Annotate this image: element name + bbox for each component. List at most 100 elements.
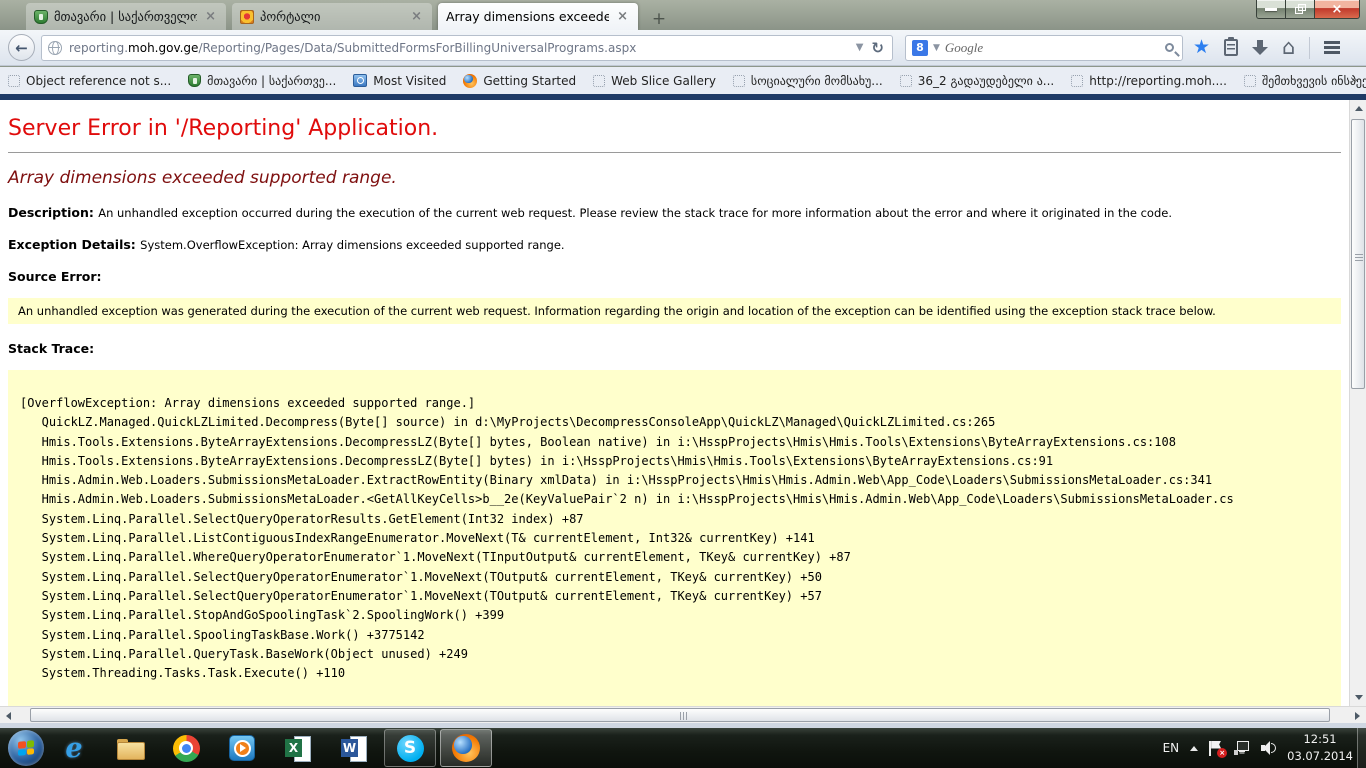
show-desktop-button[interactable] <box>1357 728 1366 768</box>
taskbar-item-word[interactable]: W <box>328 729 380 767</box>
default-bookmark-icon <box>900 75 912 87</box>
smart-folder-icon <box>353 74 367 87</box>
hidden-icons-arrow[interactable] <box>1190 746 1198 751</box>
scroll-right-button[interactable] <box>1349 707 1366 724</box>
back-button[interactable]: ← <box>8 34 35 61</box>
menu-hamburger-icon[interactable] <box>1324 41 1340 54</box>
windows-logo-icon <box>18 740 34 756</box>
scroll-left-button[interactable] <box>0 707 17 724</box>
stack-trace-box: [OverflowException: Array dimensions exc… <box>8 370 1341 706</box>
firefox-icon <box>452 734 480 762</box>
tab-home-georgia[interactable]: მთავარი | საქართველოს ... × <box>26 3 226 30</box>
google-engine-icon[interactable]: 8 <box>912 40 928 56</box>
restore-icon <box>1295 4 1306 14</box>
navigation-toolbar: ← reporting.moh.gov.ge/Reporting/Pages/D… <box>0 30 1366 66</box>
url-dropdown-icon[interactable]: ▼ <box>850 42 870 53</box>
search-placeholder: Google <box>945 40 1165 56</box>
reload-icon[interactable]: ↻ <box>869 39 886 57</box>
scroll-up-button[interactable] <box>1350 100 1366 117</box>
vertical-scrollbar[interactable] <box>1349 100 1366 706</box>
network-icon[interactable] <box>1234 741 1250 755</box>
description-line: Description: An unhandled exception occu… <box>8 205 1341 220</box>
site-identity-globe-icon[interactable] <box>48 41 62 55</box>
language-indicator[interactable]: EN <box>1163 741 1180 755</box>
source-error-heading: Source Error: <box>8 269 1341 284</box>
bookmark-label: Object reference not s... <box>26 74 171 88</box>
taskbar-item-chrome[interactable] <box>160 729 212 767</box>
bookmark-item[interactable]: მთავარი | საქართვე... <box>188 74 336 88</box>
bookmarks-toolbar: Object reference not s... მთავარი | საქა… <box>0 67 1366 94</box>
taskbar-item-media-player[interactable] <box>216 729 268 767</box>
start-button[interactable] <box>8 730 44 766</box>
minimize-button[interactable] <box>1256 0 1286 19</box>
exception-text: System.OverflowException: Array dimensio… <box>140 238 564 252</box>
bookmarks-overflow-chevron[interactable]: » <box>1350 73 1358 88</box>
tab-title: Array dimensions exceeded su... <box>446 9 609 24</box>
system-tray: EN × 12:51 03.07.2014 <box>1163 728 1353 768</box>
taskbar-clock[interactable]: 12:51 03.07.2014 <box>1287 731 1353 764</box>
scroll-right-icon <box>1355 712 1360 720</box>
window-controls: × <box>1256 0 1360 19</box>
scroll-down-icon <box>1355 695 1363 700</box>
url-bar[interactable]: reporting.moh.gov.ge/Reporting/Pages/Dat… <box>41 35 893 61</box>
taskbar-item-skype[interactable]: S <box>384 729 436 767</box>
downloads-icon[interactable] <box>1252 40 1268 56</box>
bookmark-item[interactable]: სოციალური მომსახუ... <box>733 74 883 88</box>
close-icon[interactable]: × <box>615 9 630 24</box>
scroll-down-button[interactable] <box>1350 689 1366 706</box>
bookmarks-menu-icon[interactable] <box>1224 39 1238 56</box>
volume-icon[interactable] <box>1261 741 1276 755</box>
bookmark-item-most-visited[interactable]: Most Visited <box>353 74 446 88</box>
search-icon[interactable] <box>1165 43 1174 52</box>
bookmark-item[interactable]: http://reporting.moh.... <box>1071 74 1227 88</box>
exception-line: Exception Details: System.OverflowExcept… <box>8 237 1341 252</box>
toolbar-separator <box>1309 37 1310 59</box>
tab-portal[interactable]: პორტალი × <box>232 3 432 30</box>
close-icon[interactable]: × <box>203 9 218 24</box>
url-domain: moh.gov.ge <box>128 41 198 55</box>
bookmark-item[interactable]: Object reference not s... <box>8 74 171 88</box>
default-bookmark-icon <box>593 75 605 87</box>
bookmark-label: 36_2 გადაუდებელი ა... <box>918 74 1055 88</box>
tab-strip: მთავარი | საქართველოს ... × პორტალი × Ar… <box>26 2 672 30</box>
search-engine-dropdown-icon[interactable]: ▼ <box>928 43 945 53</box>
bookmark-label: Most Visited <box>373 74 446 88</box>
vertical-scroll-thumb[interactable] <box>1351 119 1365 389</box>
bookmark-label: Web Slice Gallery <box>611 74 716 88</box>
taskbar-item-firefox[interactable] <box>440 729 492 767</box>
georgia-shield-icon <box>34 10 48 24</box>
search-input[interactable]: 8 ▼ Google <box>905 35 1183 61</box>
taskbar-item-excel[interactable]: X <box>272 729 324 767</box>
error-page-content: Server Error in '/Reporting' Application… <box>0 100 1349 706</box>
action-center-flag-icon[interactable]: × <box>1209 741 1223 756</box>
skype-icon: S <box>397 735 424 762</box>
internet-explorer-icon: e <box>65 735 82 762</box>
taskbar-item-file-explorer[interactable] <box>104 729 156 767</box>
url-path: /Reporting/Pages/Data/SubmittedFormsForB… <box>198 41 636 55</box>
close-button[interactable]: × <box>1314 0 1360 19</box>
bookmark-label: მთავარი | საქართვე... <box>207 74 336 88</box>
bookmark-item[interactable]: შემთხვევის ინსპექტი... <box>1244 74 1366 88</box>
home-icon[interactable]: ⌂ <box>1282 37 1295 58</box>
close-icon[interactable]: × <box>409 9 424 24</box>
description-text: An unhandled exception occurred during t… <box>98 206 1172 220</box>
tab-error-page[interactable]: Array dimensions exceeded su... × <box>438 3 638 30</box>
window-titlebar: მთავარი | საქართველოს ... × პორტალი × Ar… <box>0 0 1366 30</box>
bookmark-item[interactable]: 36_2 გადაუდებელი ა... <box>900 74 1055 88</box>
error-subtitle: Array dimensions exceeded supported rang… <box>8 168 1341 188</box>
url-subdomain: reporting. <box>69 41 128 55</box>
restore-button[interactable] <box>1286 0 1314 19</box>
bookmark-item[interactable]: Web Slice Gallery <box>593 74 716 88</box>
new-tab-button[interactable]: + <box>646 8 672 30</box>
horizontal-scroll-thumb[interactable] <box>30 708 1330 722</box>
divider <box>8 152 1341 153</box>
url-text[interactable]: reporting.moh.gov.ge/Reporting/Pages/Dat… <box>69 41 850 55</box>
taskbar-item-internet-explorer[interactable]: e <box>48 729 100 767</box>
tray-date: 03.07.2014 <box>1287 748 1353 765</box>
tab-title: მთავარი | საქართველოს ... <box>54 9 197 24</box>
tab-title: პორტალი <box>260 9 403 24</box>
excel-icon: X <box>285 736 311 760</box>
bookmark-star-icon[interactable]: ★ <box>1193 38 1210 57</box>
bookmark-item-getting-started[interactable]: Getting Started <box>463 74 576 88</box>
horizontal-scrollbar[interactable] <box>0 706 1366 723</box>
